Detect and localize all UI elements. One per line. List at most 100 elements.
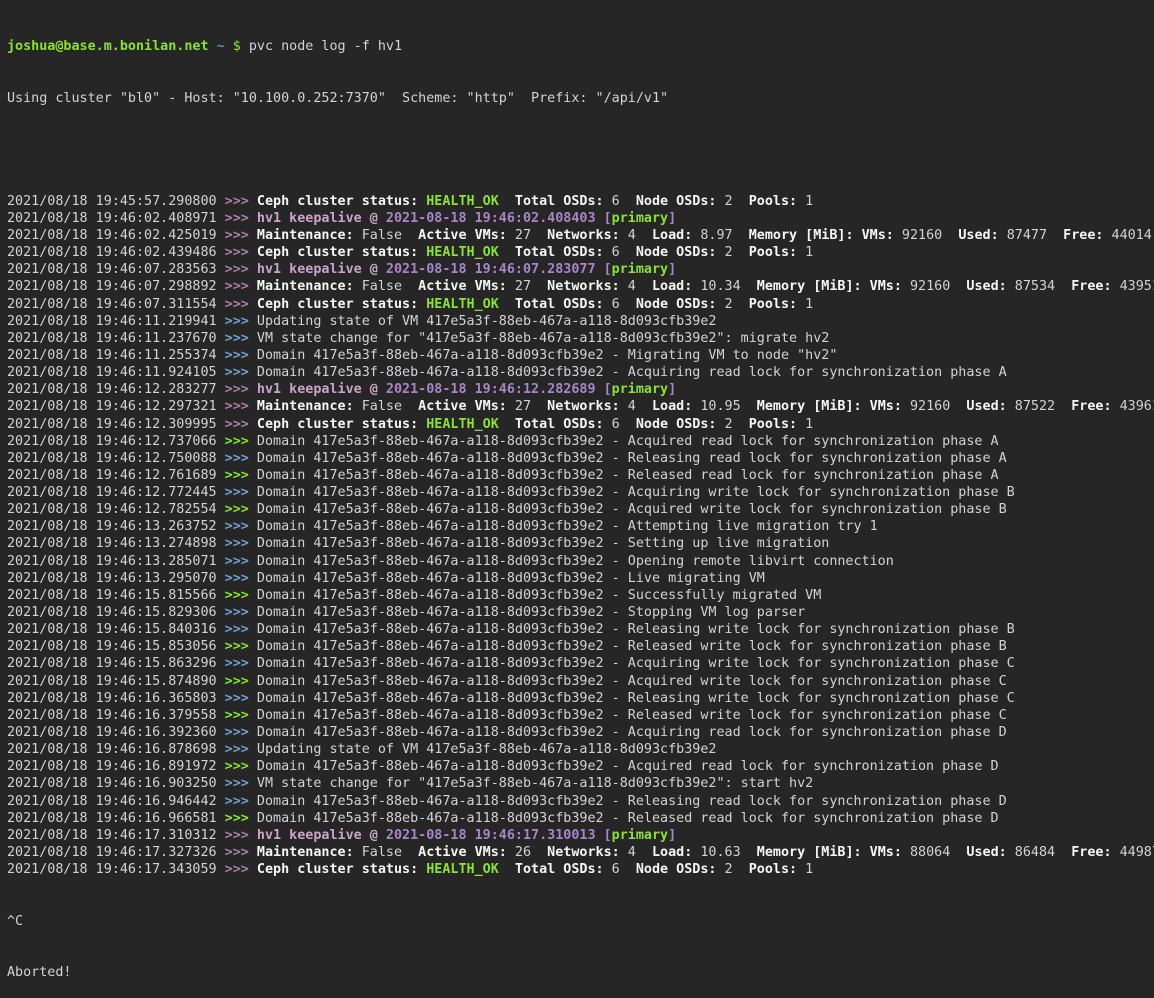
value-free: 44987 xyxy=(1112,845,1154,860)
log-timestamp: 2021/08/18 19:46:12.782554 xyxy=(7,502,225,517)
value-memory-vms: 92160 xyxy=(902,399,967,414)
log-timestamp: 2021/08/18 19:46:16.946442 xyxy=(7,794,225,809)
value-node-osds: 2 xyxy=(716,245,748,260)
value-free: 43961 xyxy=(1112,399,1154,414)
log-message: Domain 417e5a3f-88eb-467a-a118-8d093cfb3… xyxy=(257,348,837,363)
log-timestamp: 2021/08/18 19:46:17.327326 xyxy=(7,845,225,860)
label-node-osds: Node OSDs: xyxy=(636,297,717,312)
log-message: Domain 417e5a3f-88eb-467a-a118-8d093cfb3… xyxy=(257,519,878,534)
value-used: 87522 xyxy=(1007,399,1072,414)
log-message: Domain 417e5a3f-88eb-467a-a118-8d093cfb3… xyxy=(257,759,999,774)
log-arrow: >>> xyxy=(225,451,257,466)
label-node-osds: Node OSDs: xyxy=(636,245,717,260)
value-total-osds: 6 xyxy=(604,417,636,432)
log-arrow: >>> xyxy=(225,245,257,260)
label-pools: Pools: xyxy=(749,862,797,877)
log-line: 2021/08/18 19:46:16.946442 >>> Domain 41… xyxy=(7,793,1154,810)
log-line: 2021/08/18 19:46:17.310312 >>> hv1 keepa… xyxy=(7,827,1154,844)
value-used: 86484 xyxy=(1007,845,1072,860)
label-node-osds: Node OSDs: xyxy=(636,194,717,209)
value-active-vms: 26 xyxy=(507,845,547,860)
log-line: 2021/08/18 19:46:17.343059 >>> Ceph clus… xyxy=(7,861,1154,878)
log-timestamp: 2021/08/18 19:46:11.219941 xyxy=(7,314,225,329)
log-arrow: >>> xyxy=(225,194,257,209)
log-arrow: >>> xyxy=(225,828,257,843)
log-message: Domain 417e5a3f-88eb-467a-a118-8d093cfb3… xyxy=(257,656,1015,671)
value-load: 10.95 xyxy=(692,399,757,414)
log-arrow: >>> xyxy=(225,536,257,551)
label-pools: Pools: xyxy=(749,245,797,260)
keepalive-timestamp: 2021-08-18 19:46:02.408403 xyxy=(386,211,596,226)
log-timestamp: 2021/08/18 19:46:11.255374 xyxy=(7,348,225,363)
label-ceph-status: Ceph cluster status: xyxy=(257,417,426,432)
log-timestamp: 2021/08/18 19:46:12.761689 xyxy=(7,468,225,483)
value-node-osds: 2 xyxy=(716,417,748,432)
label-free: Free: xyxy=(1071,399,1111,414)
bracket-close: ] xyxy=(668,211,676,226)
log-message: Domain 417e5a3f-88eb-467a-a118-8d093cfb3… xyxy=(257,536,829,551)
prompt-symbol: $ xyxy=(233,39,249,54)
log-line: 2021/08/18 19:46:11.255374 >>> Domain 41… xyxy=(7,347,1154,364)
log-message: Domain 417e5a3f-88eb-467a-a118-8d093cfb3… xyxy=(257,674,1007,689)
log-line: 2021/08/18 19:46:12.772445 >>> Domain 41… xyxy=(7,484,1154,501)
log-line: 2021/08/18 19:46:17.327326 >>> Maintenan… xyxy=(7,844,1154,861)
log-message: Domain 417e5a3f-88eb-467a-a118-8d093cfb3… xyxy=(257,725,1007,740)
bracket-open: [ xyxy=(596,828,612,843)
log-timestamp: 2021/08/18 19:46:15.853056 xyxy=(7,639,225,654)
label-total-osds: Total OSDs: xyxy=(499,297,604,312)
log-line: 2021/08/18 19:46:07.311554 >>> Ceph clus… xyxy=(7,296,1154,313)
log-timestamp: 2021/08/18 19:46:12.283277 xyxy=(7,382,225,397)
log-timestamp: 2021/08/18 19:46:13.295070 xyxy=(7,571,225,586)
label-pools: Pools: xyxy=(749,297,797,312)
bracket-open: [ xyxy=(596,262,612,277)
log-message: Domain 417e5a3f-88eb-467a-a118-8d093cfb3… xyxy=(257,485,1015,500)
value-health: HEALTH_OK xyxy=(426,862,499,877)
log-line: 2021/08/18 19:46:13.263752 >>> Domain 41… xyxy=(7,518,1154,535)
keepalive-label: hv1 keepalive @ xyxy=(257,211,386,226)
log-timestamp: 2021/08/18 19:46:12.309995 xyxy=(7,417,225,432)
log-message: Domain 417e5a3f-88eb-467a-a118-8d093cfb3… xyxy=(257,588,821,603)
label-load: Load: xyxy=(652,279,692,294)
log-message: Domain 417e5a3f-88eb-467a-a118-8d093cfb3… xyxy=(257,794,1007,809)
label-networks: Networks: xyxy=(547,228,620,243)
log-timestamp: 2021/08/18 19:46:07.298892 xyxy=(7,279,225,294)
value-node-osds: 2 xyxy=(716,862,748,877)
log-arrow: >>> xyxy=(225,571,257,586)
log-message: Domain 417e5a3f-88eb-467a-a118-8d093cfb3… xyxy=(257,554,894,569)
value-total-osds: 6 xyxy=(604,862,636,877)
label-active-vms: Active VMs: xyxy=(418,279,507,294)
keepalive-label: hv1 keepalive @ xyxy=(257,828,386,843)
log-timestamp: 2021/08/18 19:46:11.924105 xyxy=(7,365,225,380)
label-load: Load: xyxy=(652,845,692,860)
value-active-vms: 27 xyxy=(507,399,547,414)
value-pools: 1 xyxy=(797,245,813,260)
log-line: 2021/08/18 19:46:02.439486 >>> Ceph clus… xyxy=(7,244,1154,261)
primary-flag: primary xyxy=(612,828,668,843)
log-arrow: >>> xyxy=(225,519,257,534)
value-pools: 1 xyxy=(797,417,813,432)
log-message: Domain 417e5a3f-88eb-467a-a118-8d093cfb3… xyxy=(257,811,999,826)
log-timestamp: 2021/08/18 19:46:15.840316 xyxy=(7,622,225,637)
shell-prompt-line: joshua@base.m.bonilan.net ~ $ pvc node l… xyxy=(7,38,1154,55)
terminal-window[interactable]: joshua@base.m.bonilan.net ~ $ pvc node l… xyxy=(0,0,1154,774)
log-timestamp: 2021/08/18 19:46:15.874890 xyxy=(7,674,225,689)
label-free: Free: xyxy=(1063,228,1103,243)
label-memory-vms: Memory [MiB]: VMs: xyxy=(757,279,902,294)
log-line: 2021/08/18 19:46:12.737066 >>> Domain 41… xyxy=(7,433,1154,450)
value-node-osds: 2 xyxy=(716,297,748,312)
log-message: Domain 417e5a3f-88eb-467a-a118-8d093cfb3… xyxy=(257,708,1007,723)
bracket-close: ] xyxy=(668,828,676,843)
log-arrow: >>> xyxy=(225,776,257,791)
value-total-osds: 6 xyxy=(604,194,636,209)
log-arrow: >>> xyxy=(225,794,257,809)
label-active-vms: Active VMs: xyxy=(418,228,507,243)
log-arrow: >>> xyxy=(225,502,257,517)
log-arrow: >>> xyxy=(225,314,257,329)
log-line: 2021/08/18 19:46:12.309995 >>> Ceph clus… xyxy=(7,416,1154,433)
value-maintenance: False xyxy=(354,845,419,860)
label-networks: Networks: xyxy=(547,399,620,414)
label-total-osds: Total OSDs: xyxy=(499,417,604,432)
keepalive-timestamp: 2021-08-18 19:46:17.310013 xyxy=(386,828,596,843)
label-ceph-status: Ceph cluster status: xyxy=(257,245,426,260)
log-arrow: >>> xyxy=(225,811,257,826)
